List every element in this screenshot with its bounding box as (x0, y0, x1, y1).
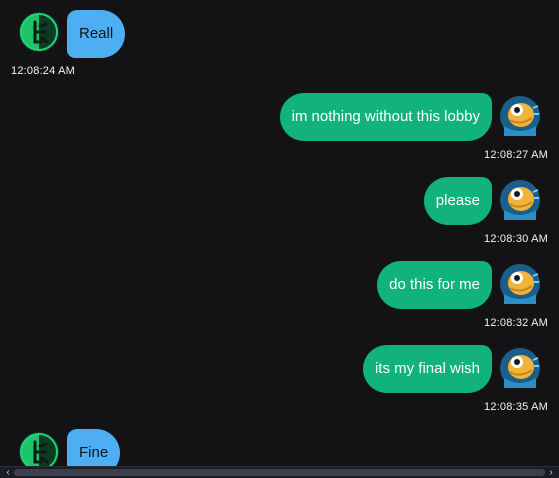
message-bubble: do this for me (377, 261, 492, 309)
message-timestamp: 12:08:24 AM (11, 65, 75, 77)
message-timestamp: 12:08:30 AM (484, 233, 548, 245)
pufferfish-avatar-icon[interactable] (500, 96, 540, 136)
message-bubble: its my final wish (362, 345, 492, 393)
message-timestamp: 12:08:27 AM (484, 149, 548, 161)
scroll-left-icon[interactable]: ‹ (2, 467, 14, 478)
message-timestamp: 12:08:35 AM (484, 401, 548, 413)
chat-log: Reall 12:08:24 AM im nothing without thi… (0, 0, 559, 477)
horizontal-scrollbar[interactable]: ‹ › (0, 466, 559, 478)
pufferfish-avatar-icon[interactable] (500, 348, 540, 388)
message-bubble: please (423, 177, 492, 225)
message-bubble: Reall (67, 10, 126, 58)
pufferfish-avatar-icon[interactable] (500, 264, 540, 304)
frog-avatar-icon[interactable] (19, 12, 59, 52)
scrollbar-thumb[interactable] (14, 469, 545, 476)
message-timestamp: 12:08:32 AM (484, 317, 548, 329)
message-bubble: im nothing without this lobby (279, 93, 492, 141)
pufferfish-avatar-icon[interactable] (500, 180, 540, 220)
scroll-right-icon[interactable]: › (545, 467, 557, 478)
